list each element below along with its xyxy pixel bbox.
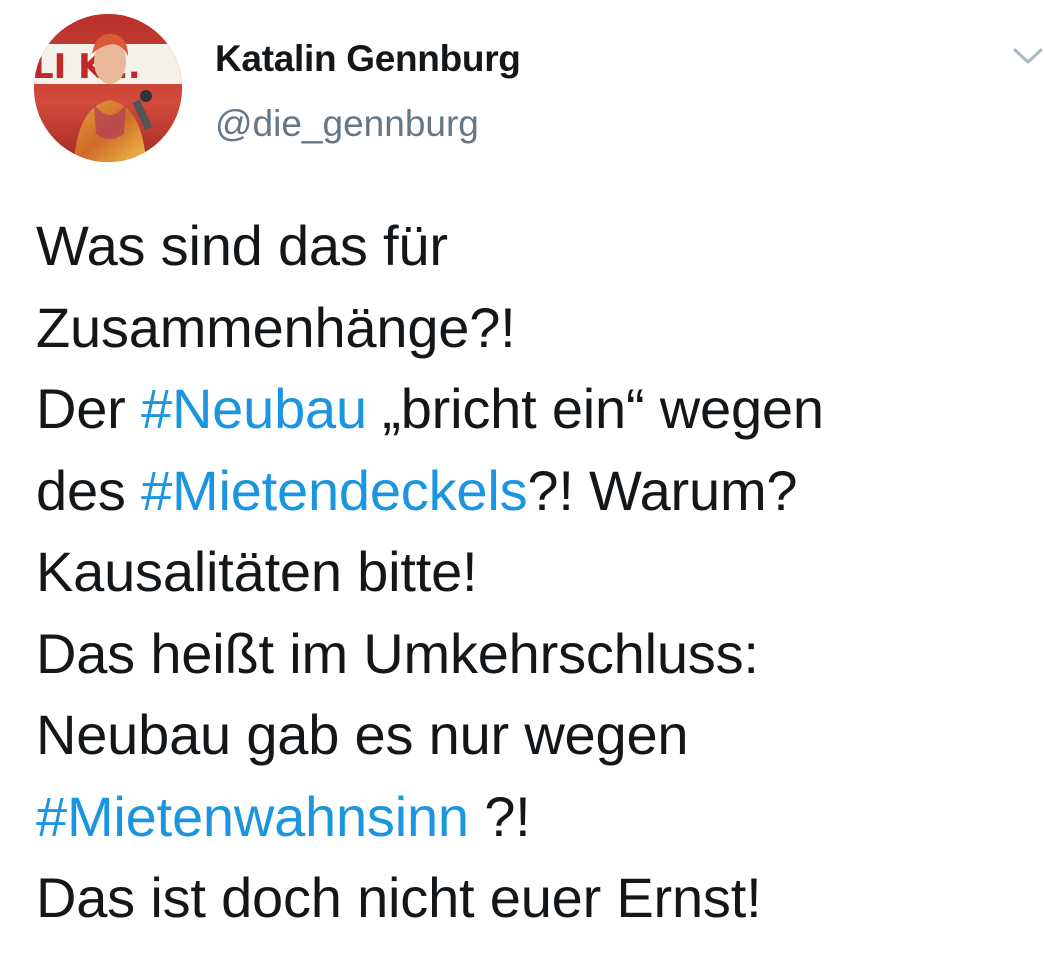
tweet-line: Der #Neubau „bricht ein“ wegen: [36, 368, 1026, 450]
tweet-line: #Mietenwahnsinn ?!: [36, 776, 1026, 858]
tweet-text-segment: ?!: [468, 784, 531, 848]
tweet-text: Was sind das für Zusammenhänge?! Der #Neub…: [36, 205, 1026, 939]
tweet-text-segment: Neubau gab es nur wegen: [36, 703, 689, 766]
tweet-text-segment: Das heißt im Umkehrschluss:: [36, 621, 759, 685]
tweet-line: Kausalitäten bitte!: [36, 531, 1026, 613]
tweet-text-segment: des: [36, 458, 142, 522]
tweet-text-segment: ?! Warum?: [527, 458, 798, 522]
tweet-text-segment: Kausalitäten bitte!: [36, 540, 478, 603]
tweet-text-segment: „bricht ein“ wegen: [366, 377, 824, 440]
hashtag-link[interactable]: #Mietendeckels: [141, 459, 528, 522]
tweet-line: des #Mietendeckels?! Warum?: [36, 450, 1026, 532]
tweet-text-segment: Was sind das für: [36, 214, 448, 277]
chevron-down-icon[interactable]: [1010, 38, 1045, 74]
tweet-text-segment: Zusammenhänge?!: [36, 295, 516, 359]
author-handle[interactable]: @die_gennburg: [215, 103, 479, 145]
hashtag-link[interactable]: #Neubau: [141, 377, 367, 440]
tweet-text-segment: Das ist doch nicht euer Ernst!: [36, 866, 762, 929]
author-name[interactable]: Katalin Gennburg: [215, 38, 521, 80]
tweet-line: Was sind das für: [36, 205, 1026, 287]
hashtag-link[interactable]: #Mietenwahnsinn: [36, 785, 469, 848]
tweet-line: Das heißt im Umkehrschluss:: [36, 613, 1026, 695]
tweet-text-segment: Der: [36, 377, 141, 440]
tweet-line: Das ist doch nicht euer Ernst!: [36, 857, 1026, 939]
tweet-line: Zusammenhänge?!: [36, 287, 1026, 369]
tweet-line: Neubau gab es nur wegen: [36, 694, 1026, 776]
avatar-image: LI KE.: [34, 14, 182, 162]
avatar[interactable]: LI KE.: [34, 14, 182, 162]
tweet-card: LI KE. Katalin Gennburg @die_gennburg Wa…: [0, 0, 1045, 954]
